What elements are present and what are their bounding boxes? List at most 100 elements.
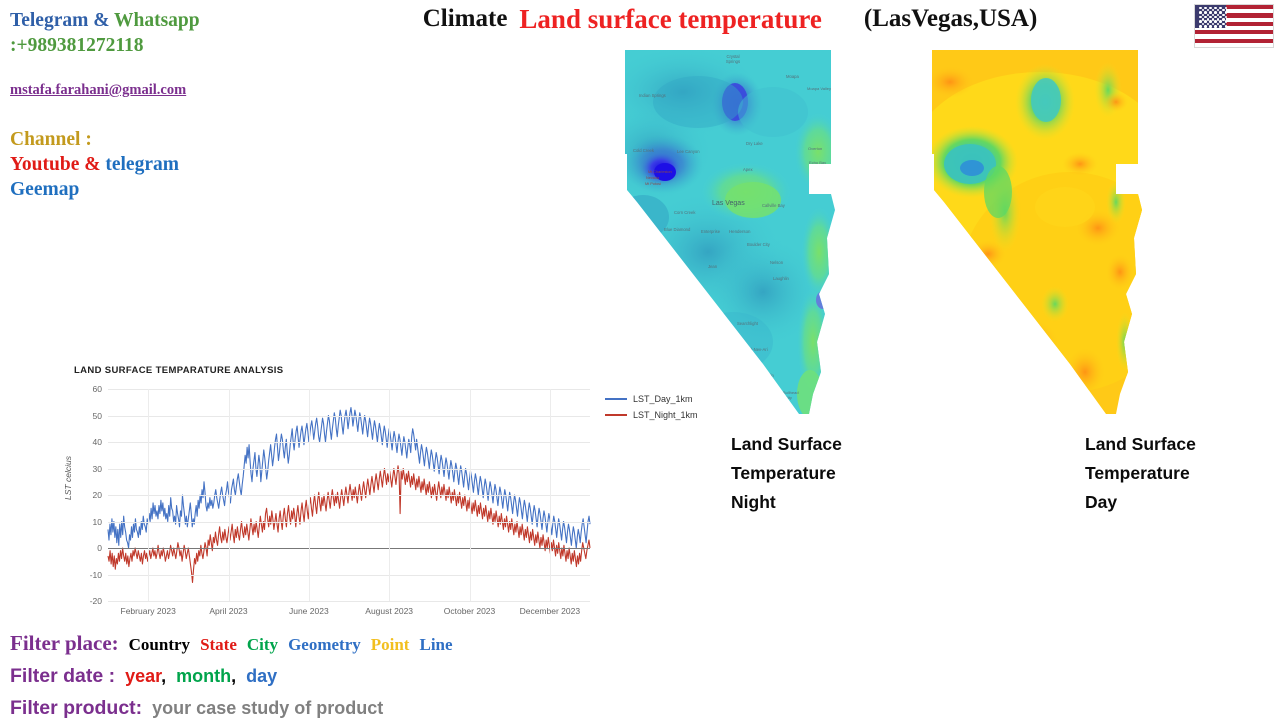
svg-text:Cold Creek: Cold Creek <box>633 148 655 153</box>
chart-gridline-y <box>108 548 590 549</box>
chart-y-tick: 60 <box>92 384 102 394</box>
email-row: mstafa.farahani@gmail.com <box>10 76 330 103</box>
page-title: Climate Land surface temperature (LasVeg… <box>330 2 1130 36</box>
svg-text:Cal-Nev-Ari: Cal-Nev-Ari <box>746 347 768 352</box>
chart-legend[interactable]: LST_Day_1km LST_Night_1km <box>605 391 698 423</box>
svg-text:Callville Bay: Callville Bay <box>762 203 786 208</box>
chart-x-tick: June 2023 <box>288 606 329 616</box>
filter-product-value: your case study of product <box>152 698 384 718</box>
chart-y-axis-label: LST celcius <box>63 456 73 500</box>
chart-plot-area: 60 50 40 30 20 10 0 -10 -20 February 2023 April 20… <box>90 384 590 616</box>
youtube-label[interactable]: Youtube <box>10 154 79 175</box>
chart-gridline-y <box>108 574 590 576</box>
title-climate: Climate <box>422 5 508 32</box>
chart-legend-label: LST_Night_1km <box>633 410 698 420</box>
filter-date-label: Filter date : <box>10 665 116 687</box>
usa-flag-icon <box>1194 4 1274 48</box>
chart-x-tick: August 2023 <box>365 606 414 616</box>
contact-block: Telegram & Whatsapp :+989381272118 mstaf… <box>10 8 330 202</box>
chart-y-tick: 40 <box>92 437 102 447</box>
title-main: Land surface temperature <box>519 3 822 34</box>
svg-text:Overton: Overton <box>808 146 822 151</box>
chart-legend-item[interactable]: LST_Night_1km <box>605 407 698 423</box>
telegram-label: Telegram <box>10 10 89 31</box>
chart-legend-item[interactable]: LST_Day_1km <box>605 391 698 407</box>
svg-text:Jean: Jean <box>708 264 718 269</box>
ampersand-1: & <box>88 10 114 31</box>
map-day-svg <box>932 50 1142 414</box>
svg-text:Nelson: Nelson <box>770 260 784 265</box>
svg-text:Laughlin: Laughlin <box>773 276 790 281</box>
email-link[interactable]: mstafa.farahani@gmail.com <box>10 82 186 98</box>
map-night-caption-line1: Land Surface <box>731 434 842 454</box>
map-lst-day[interactable] <box>920 42 1170 422</box>
svg-text:Primm: Primm <box>659 311 672 316</box>
chart-y-tick: -10 <box>89 569 102 580</box>
svg-text:Blue Diamond: Blue Diamond <box>664 227 691 232</box>
filter-option-geometry[interactable]: Geometry <box>288 635 361 654</box>
map-day-raster <box>932 50 1142 414</box>
chart-gridline-x <box>148 389 150 601</box>
svg-text:City: City <box>785 395 792 400</box>
filter-product-row: Filter product: your case study of produc… <box>10 693 630 725</box>
phone-number[interactable]: :+989381272118 <box>10 33 330 58</box>
filters-block: Filter place: Country State City Geometry Poi… <box>10 628 630 725</box>
map-night-caption-line2: Temperature <box>731 463 836 483</box>
chart-gridline-x <box>469 389 471 601</box>
svg-text:Springs: Springs <box>726 59 740 64</box>
filter-place-label: Filter place: <box>10 631 119 655</box>
svg-text:Boulder City: Boulder City <box>747 242 771 247</box>
chart-x-tick: December 2023 <box>519 606 581 616</box>
chart-title: LAND SURFACE TEMPARATURE ANALYSIS <box>74 365 284 376</box>
svg-text:Sloan: Sloan <box>696 290 707 295</box>
svg-text:Apex: Apex <box>743 167 753 172</box>
svg-text:Springs: Springs <box>663 274 677 279</box>
filter-option-point[interactable]: Point <box>371 635 410 654</box>
filter-option-line[interactable]: Line <box>419 635 452 654</box>
filter-option-country[interactable]: Country <box>129 635 190 654</box>
map-night-caption-line3: Night <box>731 492 776 512</box>
filter-option-year[interactable]: year <box>125 666 161 686</box>
svg-text:Nevada: Nevada <box>646 176 660 180</box>
chart-y-tick: 20 <box>92 490 102 500</box>
lst-timeseries-chart: LAND SURFACE TEMPARATURE ANALYSIS LST ce… <box>60 363 698 618</box>
whatsapp-label: Whatsapp <box>114 10 200 31</box>
slide-canvas: Telegram & Whatsapp :+989381272118 mstaf… <box>0 0 1280 720</box>
svg-text:Mt Charleston: Mt Charleston <box>648 170 672 174</box>
chart-y-tick: 30 <box>92 463 102 474</box>
chart-y-tick: 50 <box>92 410 102 421</box>
chart-gridline-y <box>108 601 590 602</box>
filter-date-row: Filter date : year, month, day <box>10 661 630 693</box>
map-night-svg: Crystal Springs Moapa Moapa Valley India… <box>625 50 835 414</box>
telegram-channel-label[interactable]: telegram <box>105 154 179 175</box>
svg-text:Goodsprings: Goodsprings <box>679 308 703 313</box>
filter-option-day[interactable]: day <box>246 666 277 686</box>
chart-legend-label: LST_Day_1km <box>633 394 693 404</box>
chart-legend-swatch <box>605 414 627 416</box>
chart-y-tick: 10 <box>92 516 102 527</box>
chart-gridline-x <box>549 389 551 601</box>
channel-label: Channel : <box>10 129 92 150</box>
chart-x-tick: October 2023 <box>443 606 496 616</box>
svg-text:Moapa: Moapa <box>786 74 799 79</box>
filter-place-row: Filter place: Country State City Geometry Poi… <box>10 628 630 661</box>
svg-text:Laughlin: Laughlin <box>758 373 775 378</box>
chart-gridline-y <box>108 521 590 523</box>
map-day-caption-line2: Temperature <box>1085 463 1190 483</box>
svg-text:Mt Potosi: Mt Potosi <box>645 182 661 186</box>
filter-option-state[interactable]: State <box>200 635 237 654</box>
ampersand-2: & <box>79 154 106 175</box>
filter-option-city[interactable]: City <box>247 635 278 654</box>
chart-gridline-x <box>389 389 391 601</box>
chart-gridline-y <box>108 389 590 390</box>
svg-text:Corn Creek: Corn Creek <box>674 210 696 215</box>
map-lst-night[interactable]: Crystal Springs Moapa Moapa Valley India… <box>613 42 863 422</box>
svg-text:Enterprise: Enterprise <box>701 229 721 234</box>
filter-product-label: Filter product: <box>10 697 143 719</box>
chart-gridline-y <box>108 442 590 443</box>
map-day-caption-line1: Land Surface <box>1085 434 1196 454</box>
filter-separator: , <box>161 666 167 686</box>
filter-option-month[interactable]: month <box>176 666 231 686</box>
chart-x-tick: April 2023 <box>209 606 248 616</box>
filter-separator: , <box>231 666 237 686</box>
